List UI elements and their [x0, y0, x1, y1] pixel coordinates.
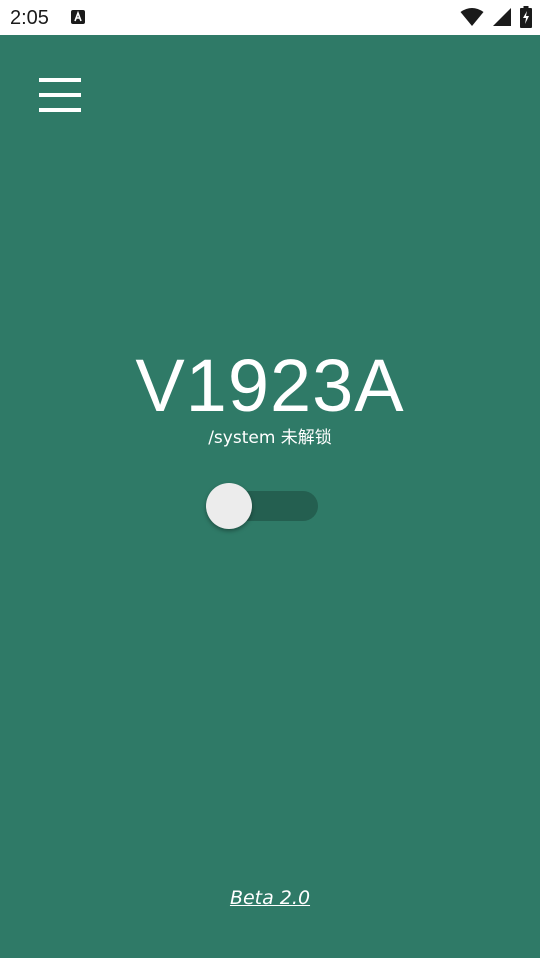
hamburger-menu-icon[interactable]: [39, 78, 81, 112]
status-bar: 2:05: [0, 0, 540, 35]
status-time: 2:05: [10, 7, 49, 29]
battery-charging-icon: [520, 6, 532, 28]
a-badge-icon: [70, 9, 86, 25]
unlock-toggle-switch[interactable]: [206, 483, 320, 529]
status-icons: [460, 6, 532, 28]
switch-thumb[interactable]: [206, 483, 252, 529]
wifi-icon: [460, 7, 484, 27]
signal-icon: [492, 7, 512, 27]
system-unlock-status: /system 未解锁: [208, 428, 332, 448]
version-link[interactable]: Beta 2.0: [0, 885, 540, 911]
device-model: V1923A: [135, 344, 405, 427]
